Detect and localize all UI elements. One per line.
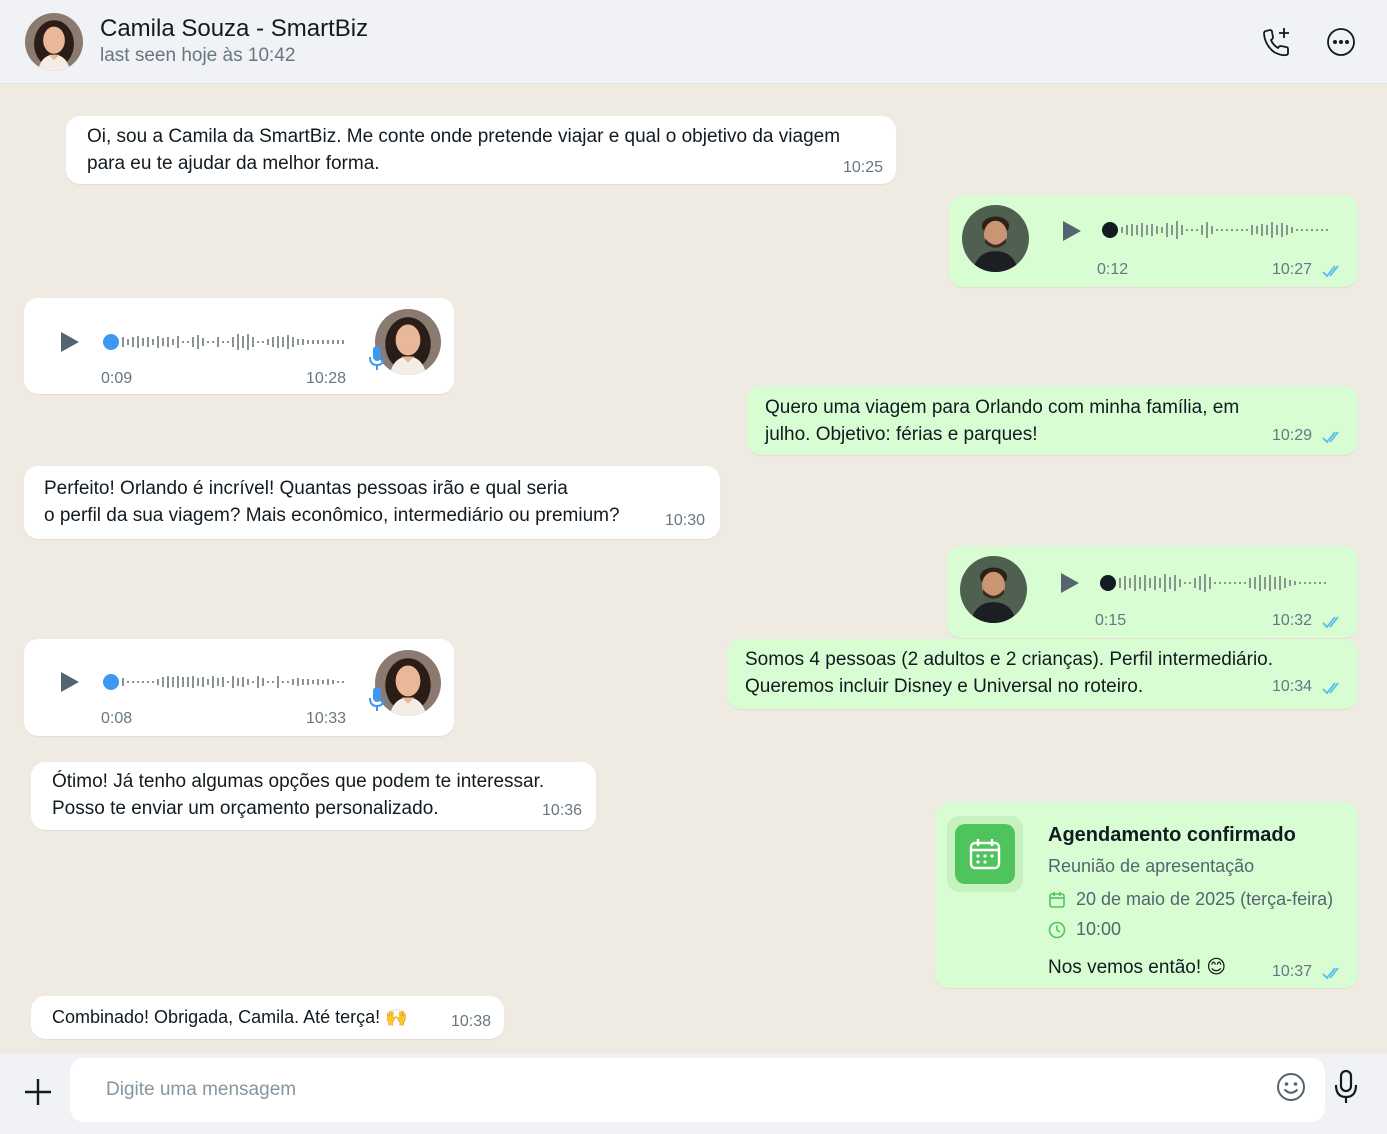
waveform[interactable] — [1101, 219, 1341, 241]
sender-avatar — [962, 205, 1029, 272]
microphone-icon — [1334, 1069, 1358, 1103]
message-time: 10:29 — [1272, 427, 1313, 444]
voice-message-incoming[interactable]: 0:09 10:28 — [24, 298, 454, 394]
play-button[interactable] — [1059, 219, 1083, 243]
schedule-title: Agendamento confirmado — [1048, 824, 1296, 846]
message-time: 10:32 — [1272, 612, 1313, 629]
message-outgoing[interactable]: Quero uma viagem para Orlando com minha … — [747, 386, 1358, 455]
message-incoming[interactable]: Perfeito! Orlando é incrível! Quantas pe… — [24, 466, 720, 539]
more-icon — [1327, 28, 1355, 56]
play-button[interactable] — [1057, 571, 1081, 595]
attach-button[interactable] — [20, 1074, 56, 1110]
message-text: Ótimo! Já tenho algumas opções que podem… — [52, 771, 545, 819]
message-incoming[interactable]: Oi, sou a Camila da SmartBiz. Me conte o… — [66, 116, 896, 184]
read-ticks-icon — [1322, 430, 1344, 444]
voice-message-outgoing[interactable]: 0:15 10:32 — [947, 546, 1358, 638]
read-ticks-icon — [1322, 966, 1344, 980]
waveform[interactable] — [1099, 572, 1339, 594]
voice-duration: 0:08 — [101, 710, 133, 727]
calendar-small-icon — [1049, 892, 1065, 908]
voice-duration: 0:09 — [101, 370, 133, 387]
message-incoming[interactable]: Combinado! Obrigada, Camila. Até terça! … — [31, 996, 504, 1039]
message-time: 10:30 — [665, 512, 706, 529]
message-text: Combinado! Obrigada, Camila. Até terça! … — [52, 1007, 408, 1027]
add-call-button[interactable] — [1256, 22, 1296, 62]
waveform[interactable] — [102, 671, 352, 693]
voice-message-outgoing[interactable]: 0:12 10:27 — [949, 195, 1358, 287]
message-text: Somos 4 pessoas (2 adultos e 2 crianças)… — [745, 649, 1274, 697]
message-time: 10:38 — [451, 1013, 492, 1030]
contact-name[interactable]: Camila Souza - SmartBiz — [100, 15, 368, 43]
schedule-date: 20 de maio de 2025 (terça-feira) — [1076, 889, 1334, 909]
emoji-button[interactable] — [1275, 1071, 1307, 1103]
message-time: 10:33 — [306, 710, 347, 727]
clock-icon — [1048, 921, 1066, 939]
message-input[interactable] — [70, 1058, 1325, 1122]
voice-duration: 0:15 — [1095, 612, 1127, 629]
calendar-icon — [969, 839, 1001, 870]
schedule-subtitle: Reunião de apresentação — [1048, 856, 1255, 876]
message-time: 10:36 — [542, 802, 583, 819]
message-text: Quero uma viagem para Orlando com minha … — [765, 397, 1240, 445]
sender-avatar — [960, 556, 1027, 623]
mic-icon — [369, 346, 385, 370]
more-options-button[interactable] — [1321, 22, 1361, 62]
message-list[interactable]: Oi, sou a Camila da SmartBiz. Me conte o… — [0, 84, 1387, 1054]
message-incoming[interactable]: Ótimo! Já tenho algumas opções que podem… — [31, 762, 596, 830]
voice-duration: 0:12 — [1097, 261, 1129, 278]
read-ticks-icon — [1322, 615, 1344, 629]
composer — [0, 1054, 1387, 1134]
contact-status: last seen hoje às 10:42 — [100, 45, 296, 66]
chat-header: Camila Souza - SmartBiz last seen hoje à… — [0, 0, 1387, 84]
message-time: 10:25 — [842, 159, 883, 176]
emoji-icon — [1277, 1073, 1305, 1101]
read-ticks-icon — [1322, 681, 1344, 695]
mic-icon — [369, 687, 385, 711]
schedule-hour: 10:00 — [1076, 919, 1122, 939]
read-ticks-icon — [1322, 264, 1344, 278]
message-time: 10:27 — [1272, 261, 1313, 278]
phone-plus-icon — [1263, 28, 1289, 57]
message-time: 10:28 — [306, 370, 347, 387]
waveform[interactable] — [102, 331, 352, 353]
plus-icon — [25, 1079, 51, 1105]
play-button[interactable] — [57, 330, 81, 354]
message-time: 10:37 — [1272, 963, 1313, 980]
calendar-tile — [947, 816, 1023, 892]
message-text: Oi, sou a Camila da SmartBiz. Me conte o… — [87, 126, 841, 174]
schedule-note: Nos vemos então! 😊 — [1048, 957, 1227, 978]
voice-message-incoming[interactable]: 0:08 10:33 — [24, 639, 454, 736]
message-time: 10:34 — [1272, 678, 1313, 695]
play-button[interactable] — [57, 670, 81, 694]
contact-avatar[interactable] — [25, 13, 83, 71]
voice-record-button[interactable] — [1333, 1069, 1359, 1105]
message-outgoing[interactable]: Somos 4 pessoas (2 adultos e 2 crianças)… — [727, 639, 1358, 709]
message-text: Perfeito! Orlando é incrível! Quantas pe… — [44, 478, 620, 526]
schedule-card[interactable]: Agendamento confirmado Reunião de aprese… — [935, 802, 1358, 988]
